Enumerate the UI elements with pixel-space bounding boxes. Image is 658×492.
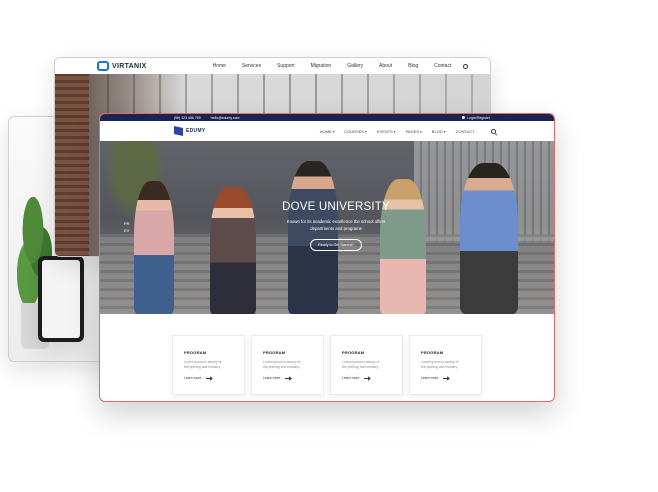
card-text-line: the printing and industry. [342,365,379,369]
brick-wall-image [55,74,89,256]
nav-home[interactable]: HOME [320,129,335,134]
card-text-line: the printing and industry. [421,365,458,369]
virtanix-nav-contact[interactable]: Contact [434,63,451,69]
program-card[interactable]: PROGRAM Lorem ipsum is simply of the pri… [330,335,403,395]
edumy-nav-links: HOME COURSES EVENTS PAGES BLOG CONTACT [320,129,485,134]
nav-courses[interactable]: COURSES [344,129,367,134]
hero-subtitle-line: departments and programs [310,226,362,231]
edumy-logo-text: EDUMY [186,128,206,134]
program-card[interactable]: PROGRAM Lorem ipsum is simply of the pri… [409,335,482,395]
learn-more-label: Learn more [342,376,360,380]
nav-pages[interactable]: PAGES [406,129,422,134]
card-title: PROGRAM [421,350,444,355]
learn-more-link[interactable]: Learn more [421,376,470,380]
learn-more-label: Learn more [184,376,202,380]
arrow-right-icon [364,377,371,379]
hero-banner: PR EV DOVE UNIVERSITY Known for its acad… [100,141,554,314]
edumy-logo-icon [174,126,183,136]
virtanix-search-icon[interactable] [463,63,469,69]
arrow-right-icon [206,377,213,379]
card-text: Lorem ipsum is simply of the printing an… [342,360,391,370]
card-text-line: the printing and industry. [184,365,221,369]
virtanix-logo[interactable]: VIRTANIX [97,61,147,71]
get-started-button[interactable]: Ready to Get Started? [310,239,362,251]
card-title: PROGRAM [342,350,365,355]
arrow-right-icon [443,377,450,379]
card-title: PROGRAM [263,350,286,355]
virtanix-nav-about[interactable]: About [379,63,392,69]
hero-subtitle: Known for its academic excellence the sc… [270,218,402,232]
edumy-navbar: EDUMY HOME COURSES EVENTS PAGES BLOG CON… [100,121,554,141]
topbar-email[interactable]: hello@edumy.com [211,116,240,120]
hero-side-label: PR [124,221,130,226]
search-icon[interactable] [490,128,496,134]
program-cards: PROGRAM Lorem ipsum is simply of the pri… [172,335,482,395]
card-text: Lorem ipsum is simply of the printing an… [184,360,233,370]
edumy-logo[interactable]: EDUMY [174,126,206,136]
virtanix-nav-links: Home Services Support Migration Gallery … [213,63,468,69]
hero-side-label: EV [124,228,130,233]
nav-contact[interactable]: CONTACT [456,129,475,134]
edumy-topbar: (56) 123 456 789 hello@edumy.com Login/R… [100,114,554,121]
phone-screen [42,260,80,338]
student-image [210,187,256,314]
learn-more-label: Learn more [421,376,439,380]
student-image [134,181,174,314]
edumy-browser-mockup: (56) 123 456 789 hello@edumy.com Login/R… [99,113,555,402]
hero-subtitle-line: Known for its academic excellence the sc… [286,219,386,224]
user-icon [462,116,466,119]
card-text: Lorem ipsum is simply of the printing an… [421,360,470,370]
card-title: PROGRAM [184,350,207,355]
virtanix-nav-support[interactable]: Support [277,63,295,69]
arrow-right-icon [285,377,292,379]
virtanix-nav-services[interactable]: Services [242,63,261,69]
virtanix-logo-text: VIRTANIX [112,62,147,70]
card-text-line: the printing and industry. [263,365,300,369]
virtanix-navbar: VIRTANIX Home Services Support Migration… [55,58,490,74]
virtanix-nav-gallery[interactable]: Gallery [347,63,363,69]
learn-more-link[interactable]: Learn more [263,376,312,380]
program-card[interactable]: PROGRAM Lorem ipsum is simply of the pri… [172,335,245,395]
learn-more-link[interactable]: Learn more [342,376,391,380]
learn-more-label: Learn more [263,376,281,380]
topbar-phone: (56) 123 456 789 [174,115,201,120]
hero-title: DOVE UNIVERSITY [282,201,390,213]
hero-content: DOVE UNIVERSITY Known for its academic e… [270,201,402,251]
virtanix-nav-home[interactable]: Home [213,63,226,69]
card-text: Lorem ipsum is simply of the printing an… [263,360,312,370]
learn-more-link[interactable]: Learn more [184,376,233,380]
nav-events[interactable]: EVENTS [377,129,396,134]
virtanix-logo-icon [97,61,109,71]
student-image [460,163,518,314]
topbar-login-label: Login/Register [467,115,490,120]
virtanix-nav-blog[interactable]: Blog [408,63,418,69]
phone-mockup [38,256,84,342]
topbar-login[interactable]: Login/Register [462,116,490,120]
virtanix-nav-migration[interactable]: Migration [311,63,332,69]
hero-side-labels: PR EV [124,220,130,234]
program-card[interactable]: PROGRAM Lorem ipsum is simply of the pri… [251,335,324,395]
nav-blog[interactable]: BLOG [432,129,446,134]
